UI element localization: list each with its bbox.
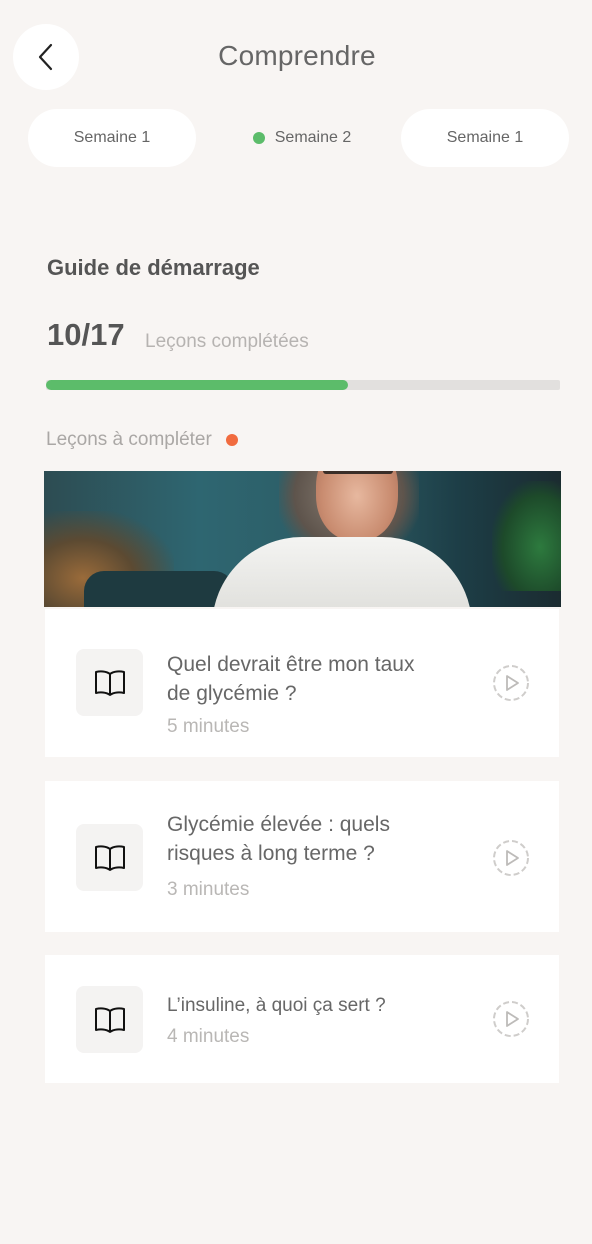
lesson-duration: 4 minutes <box>167 1026 250 1047</box>
play-icon[interactable] <box>491 663 531 703</box>
page-title: Comprendre <box>218 40 376 71</box>
book-icon <box>94 844 125 871</box>
progress-label: Leçons complétées <box>145 331 309 352</box>
book-icon <box>94 1006 125 1033</box>
play-icon[interactable] <box>491 999 531 1039</box>
play-icon[interactable] <box>491 838 531 878</box>
lesson-card[interactable]: Glycémie élevée : quels risques à long t… <box>45 781 559 932</box>
lesson-duration: 3 minutes <box>167 879 250 900</box>
lessons-todo-heading: Leçons à compléter <box>46 429 238 451</box>
section-title: Guide de démarrage <box>47 255 260 280</box>
lesson-title: L’insuline, à quoi ça sert ? <box>167 995 386 1016</box>
progress-count: 10/17 <box>47 317 125 352</box>
tab-semaine-1[interactable]: Semaine 1 <box>28 109 196 167</box>
lesson-title: Quel devrait être mon taux de glycémie ? <box>167 653 415 705</box>
lesson-title: Glycémie élevée : quels risques à long t… <box>167 813 390 865</box>
hero-shirt <box>212 537 472 607</box>
hero-chair <box>84 571 234 607</box>
tab-label: Semaine 2 <box>274 129 352 146</box>
tab-semaine-1-next[interactable]: Semaine 1 <box>401 109 569 167</box>
lesson-card[interactable]: Quel devrait être mon taux de glycémie ?… <box>45 609 559 757</box>
todo-indicator-dot <box>225 434 238 446</box>
active-week-dot <box>252 132 265 144</box>
header: Comprendre <box>0 0 592 110</box>
tab-semaine-2[interactable]: Semaine 2 <box>218 109 386 167</box>
tab-label: Semaine 1 <box>446 129 524 146</box>
lesson-icon-box <box>76 824 143 891</box>
hero-glasses <box>323 471 393 474</box>
progress-bar-fill <box>46 380 349 390</box>
lesson-duration: 5 minutes <box>167 716 250 737</box>
book-icon <box>94 669 125 696</box>
hero-plant <box>492 481 561 591</box>
lesson-icon-box <box>76 986 143 1053</box>
hero-video-thumbnail[interactable] <box>44 471 561 607</box>
week-tabs: Semaine 1 Semaine 2 Semaine 1 <box>0 109 592 169</box>
lessons-todo-label: Leçons à compléter <box>46 429 212 450</box>
tab-label: Semaine 1 <box>73 129 151 146</box>
progress-bar <box>46 380 560 390</box>
lesson-card[interactable]: L’insuline, à quoi ça sert ? 4 minutes <box>45 955 559 1083</box>
lesson-icon-box <box>76 649 143 716</box>
